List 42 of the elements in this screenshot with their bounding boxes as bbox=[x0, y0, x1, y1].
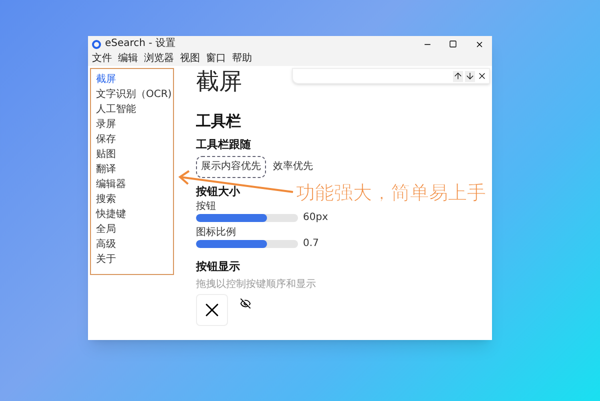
hidden-eye-icon[interactable] bbox=[240, 298, 251, 309]
sidebar-item[interactable]: 保存 bbox=[96, 132, 173, 147]
hint-text: 拖拽以控制按键顺序和显示 bbox=[196, 280, 316, 290]
slider-value: 60px bbox=[303, 213, 328, 223]
sidebar-item[interactable]: 全局 bbox=[96, 222, 173, 237]
maximize-icon bbox=[449, 40, 457, 48]
menu-item[interactable]: 帮助 bbox=[232, 54, 252, 64]
slider-track[interactable] bbox=[196, 240, 298, 248]
subsection-heading: 工具栏跟随 bbox=[196, 139, 251, 150]
sidebar-item[interactable]: 关于 bbox=[96, 252, 173, 267]
sidebar-item[interactable]: 编辑器 bbox=[96, 177, 173, 192]
slider-label: 按钮 bbox=[196, 202, 217, 212]
app-logo-icon bbox=[92, 40, 101, 48]
sidebar-item[interactable]: 快捷键 bbox=[96, 207, 173, 222]
window-title: eSearch - 设置 bbox=[105, 39, 176, 49]
menu-item[interactable]: 浏览器 bbox=[144, 54, 174, 64]
section-heading: 工具栏 bbox=[196, 114, 241, 129]
slider-track[interactable] bbox=[196, 214, 298, 222]
menu-item[interactable]: 窗口 bbox=[206, 54, 226, 64]
page-heading: 截屏 bbox=[196, 71, 242, 94]
close-find-button[interactable] bbox=[477, 70, 487, 82]
next-match-button[interactable] bbox=[465, 70, 475, 82]
menu-item[interactable]: 文件 bbox=[92, 54, 112, 64]
sidebar-item[interactable]: 搜索 bbox=[96, 192, 173, 207]
toolbar-follow-option[interactable]: 效率优先 bbox=[268, 156, 318, 178]
close-icon bbox=[474, 40, 484, 48]
subsection-heading: 按钮显示 bbox=[196, 261, 240, 272]
sidebar-item[interactable]: 高级 bbox=[96, 237, 173, 252]
sidebar-item[interactable]: 翻译 bbox=[96, 162, 173, 177]
sidebar-item[interactable]: 贴图 bbox=[96, 147, 173, 162]
sidebar-item[interactable]: 录屏 bbox=[96, 117, 173, 132]
sidebar-item[interactable]: 人工智能 bbox=[96, 102, 173, 117]
close-tool-button[interactable] bbox=[196, 294, 228, 326]
menu-item[interactable]: 编辑 bbox=[118, 54, 138, 64]
previous-match-button[interactable] bbox=[453, 70, 463, 82]
menu-item[interactable]: 视图 bbox=[180, 54, 200, 64]
subsection-heading: 按钮大小 bbox=[196, 186, 240, 197]
sidebar-item[interactable]: 文字识别（OCR) bbox=[96, 87, 173, 102]
sidebar-item[interactable]: 截屏 bbox=[96, 72, 173, 87]
toolbar-follow-option[interactable]: 展示内容优先 bbox=[196, 156, 266, 178]
slider-value: 0.7 bbox=[303, 239, 319, 249]
slider-label: 图标比例 bbox=[196, 228, 237, 238]
